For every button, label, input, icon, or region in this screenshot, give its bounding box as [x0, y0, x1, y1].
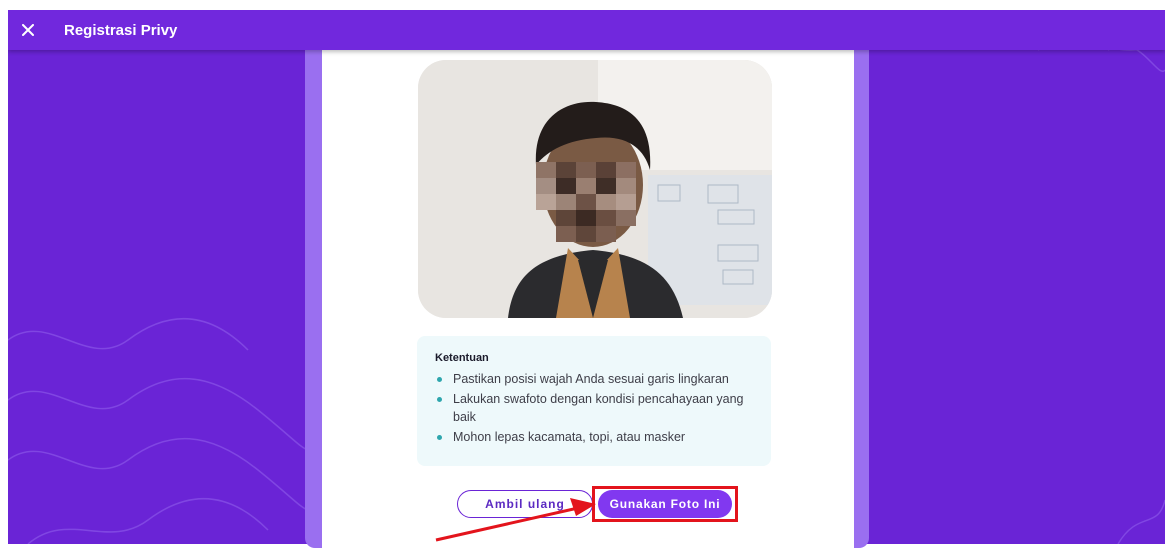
rule-item: Pastikan posisi wajah Anda sesuai garis … — [435, 370, 757, 388]
selfie-card: Ketentuan Pastikan posisi wajah Anda ses… — [322, 38, 854, 548]
rule-text: Mohon lepas kacamata, topi, atau masker — [453, 430, 686, 444]
close-button[interactable] — [8, 10, 48, 50]
rules-list: Pastikan posisi wajah Anda sesuai garis … — [431, 370, 757, 446]
rule-item: Lakukan swafoto dengan kondisi pencahaya… — [435, 390, 757, 426]
rule-text: Pastikan posisi wajah Anda sesuai garis … — [453, 372, 729, 386]
rule-item: Mohon lepas kacamata, topi, atau masker — [435, 428, 757, 446]
top-bar: Registrasi Privy — [8, 10, 1165, 50]
rules-box: Ketentuan Pastikan posisi wajah Anda ses… — [417, 336, 771, 466]
rules-title: Ketentuan — [435, 352, 489, 364]
use-photo-button[interactable]: Gunakan Foto Ini — [598, 490, 732, 518]
retake-button[interactable]: Ambil ulang — [457, 490, 593, 518]
bullet-icon — [437, 435, 442, 440]
close-icon — [22, 24, 34, 36]
selfie-photo — [418, 60, 772, 318]
bullet-icon — [437, 397, 442, 402]
page-title: Registrasi Privy — [64, 21, 178, 39]
bullet-icon — [437, 377, 442, 382]
rule-text: Lakukan swafoto dengan kondisi pencahaya… — [453, 392, 744, 424]
